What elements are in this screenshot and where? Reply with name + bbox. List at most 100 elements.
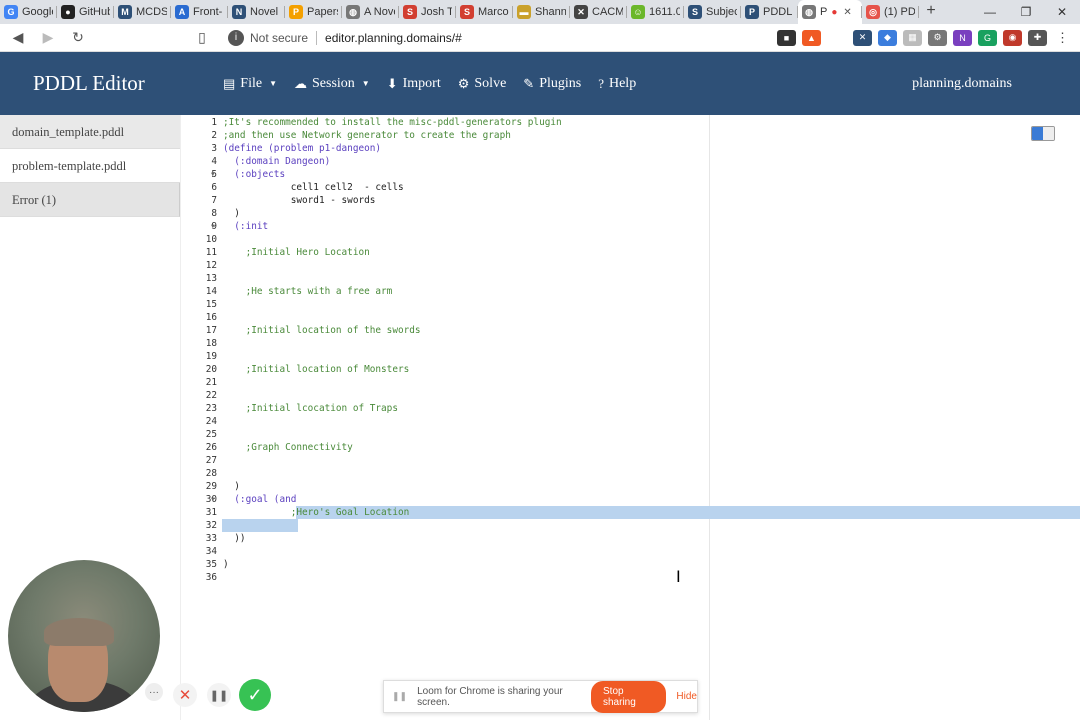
- line-number: 18: [205, 338, 217, 349]
- ext-gear-icon[interactable]: ⚙: [928, 29, 947, 46]
- planning-domains-link[interactable]: planning.domains: [912, 76, 1012, 92]
- ext-blue-icon[interactable]: ◆: [878, 29, 897, 46]
- arxiv-icon: ☺: [631, 5, 645, 19]
- app-brand[interactable]: PDDL Editor: [33, 71, 223, 96]
- forward-arrow-icon[interactable]: ▶: [36, 26, 60, 50]
- menu-dots-icon[interactable]: ⋮: [1053, 29, 1072, 46]
- loom-icon: ◎: [866, 5, 880, 19]
- pddl-icon: P: [745, 5, 759, 19]
- subject-icon: S: [688, 5, 702, 19]
- fold-toggle-icon[interactable]: ▼: [211, 168, 215, 181]
- tab-label: Subject: [706, 6, 737, 18]
- text-cursor-icon: Ι: [676, 567, 681, 586]
- tab-label: Marco: [478, 6, 509, 18]
- tab-label: P: [820, 6, 828, 18]
- line-number: 13: [205, 273, 217, 284]
- minimize-icon[interactable]: —: [972, 0, 1008, 24]
- omnibox-divider: [316, 30, 318, 45]
- puzzle-icon[interactable]: ✚: [1028, 29, 1047, 46]
- brave-icon[interactable]: ▲: [802, 29, 821, 46]
- browser-tab[interactable]: P Papers: [285, 0, 342, 24]
- file-tab[interactable]: domain_template.pddl: [0, 115, 180, 149]
- line-number: 29: [205, 481, 217, 492]
- line-number: 22: [205, 390, 217, 401]
- fold-toggle-icon[interactable]: ▼: [211, 220, 215, 233]
- code-line: ): [223, 559, 229, 570]
- line-number: 12: [205, 260, 217, 271]
- gear-icon: ⚙: [457, 75, 470, 91]
- pause-recording-icon[interactable]: ❚❚: [207, 683, 231, 707]
- bookmark-icon[interactable]: ▯: [190, 26, 214, 50]
- recording-dot-icon: ●: [831, 6, 838, 18]
- nav-item-import[interactable]: ⬇ Import: [387, 76, 441, 92]
- ext-planning-icon[interactable]: ✕: [853, 29, 872, 46]
- nav-item-session[interactable]: ☁ Session ▼: [294, 76, 370, 92]
- ext-stack-icon[interactable]: ▦: [903, 29, 922, 46]
- browser-tab[interactable]: G Google: [0, 0, 57, 24]
- nav-item-solve[interactable]: ⚙ Solve: [458, 76, 507, 92]
- close-window-icon[interactable]: ✕: [1044, 0, 1080, 24]
- nav-item-file[interactable]: ▤ File ▼: [223, 76, 277, 92]
- cancel-recording-icon[interactable]: ✕: [173, 683, 197, 707]
- error-tab[interactable]: Error (1): [0, 183, 180, 217]
- code-line: (define (problem p1-dangeon): [223, 143, 382, 154]
- reload-icon[interactable]: ↻: [66, 26, 90, 50]
- browser-tab[interactable]: ◍ A Nove: [342, 0, 399, 24]
- info-icon[interactable]: i: [228, 29, 244, 46]
- browser-tab[interactable]: ▬ Shanno: [513, 0, 570, 24]
- nav-item-label: Import: [402, 75, 441, 91]
- new-tab-button[interactable]: +: [919, 0, 943, 24]
- file-tab[interactable]: problem-template.pddl: [0, 149, 180, 183]
- print-margin: [709, 115, 710, 720]
- back-arrow-icon[interactable]: ◀: [6, 26, 30, 50]
- browser-tab[interactable]: N Novel: [228, 0, 285, 24]
- line-number: 8: [211, 208, 217, 219]
- line-number: 14: [205, 286, 217, 297]
- code-line: ;He starts with a free arm: [223, 286, 393, 297]
- code-line: ;and then use Network generator to creat…: [223, 130, 511, 141]
- fold-toggle-icon[interactable]: ▼: [211, 493, 215, 506]
- webcam-bubble[interactable]: [8, 560, 160, 712]
- cloud-icon: ☁: [294, 75, 307, 91]
- browser-tab[interactable]: ✕ CACM: [570, 0, 627, 24]
- nav-menu: ▤ File ▼ ☁ Session ▼ ⬇ Import ⚙ Solve ✎ Plugins ? Hel…: [223, 76, 636, 92]
- browser-tab[interactable]: ☺ 1611.0: [627, 0, 684, 24]
- browser-tab[interactable]: S Marco: [456, 0, 513, 24]
- url-text[interactable]: editor.planning.domains/#: [325, 31, 462, 45]
- browser-tab[interactable]: P PDDL E: [741, 0, 798, 24]
- s-icon: S: [403, 5, 417, 19]
- stop-sharing-button[interactable]: Stop sharing: [591, 680, 667, 713]
- browser-tab[interactable]: ◍ P ● ✕: [798, 0, 862, 24]
- more-options-icon[interactable]: ···: [145, 683, 163, 701]
- browser-tab[interactable]: A Front-: [171, 0, 228, 24]
- browser-tab[interactable]: S Subject: [684, 0, 741, 24]
- restore-icon[interactable]: ❐: [1008, 0, 1044, 24]
- onenote-icon[interactable]: N: [953, 29, 972, 46]
- line-number: 27: [205, 455, 217, 466]
- browser-tab[interactable]: ◎ (1) PD: [862, 0, 919, 24]
- code-line: ): [223, 208, 240, 219]
- wrench-icon: ✎: [523, 75, 535, 91]
- nav-item-plugins[interactable]: ✎ Plugins: [523, 76, 581, 92]
- editor-toggle-button[interactable]: [1031, 126, 1055, 141]
- cacm-icon: ✕: [574, 5, 588, 19]
- tab-label: PDDL E: [763, 6, 794, 18]
- line-number: 20: [205, 364, 217, 375]
- browser-tab[interactable]: S Josh Te: [399, 0, 456, 24]
- code-editor[interactable]: Ι 1 ;It's recommended to install the misc…: [180, 115, 1080, 720]
- camera-icon[interactable]: ■: [777, 29, 796, 46]
- grammarly-icon[interactable]: G: [978, 29, 997, 46]
- ext-red-icon[interactable]: ◉: [1003, 29, 1022, 46]
- drag-handle-icon[interactable]: ❚❚: [392, 691, 407, 702]
- line-number: 10: [205, 234, 217, 245]
- browser-tab[interactable]: M MCDS: [114, 0, 171, 24]
- browser-tab[interactable]: ● GitHub: [57, 0, 114, 24]
- nav-item-help[interactable]: ? Help: [598, 76, 636, 92]
- finish-recording-icon[interactable]: ✓: [239, 679, 271, 711]
- hide-button[interactable]: Hide: [676, 691, 697, 702]
- tab-label: Josh Te: [421, 6, 452, 18]
- close-tab-icon[interactable]: ✕: [843, 7, 851, 18]
- tab-label: (1) PD: [884, 6, 915, 18]
- tab-list: G Google ● GitHub M MCDS A Front- N Novel P Papers ◍…: [0, 0, 919, 24]
- omnibox[interactable]: i Not secure editor.planning.domains/#: [228, 26, 758, 50]
